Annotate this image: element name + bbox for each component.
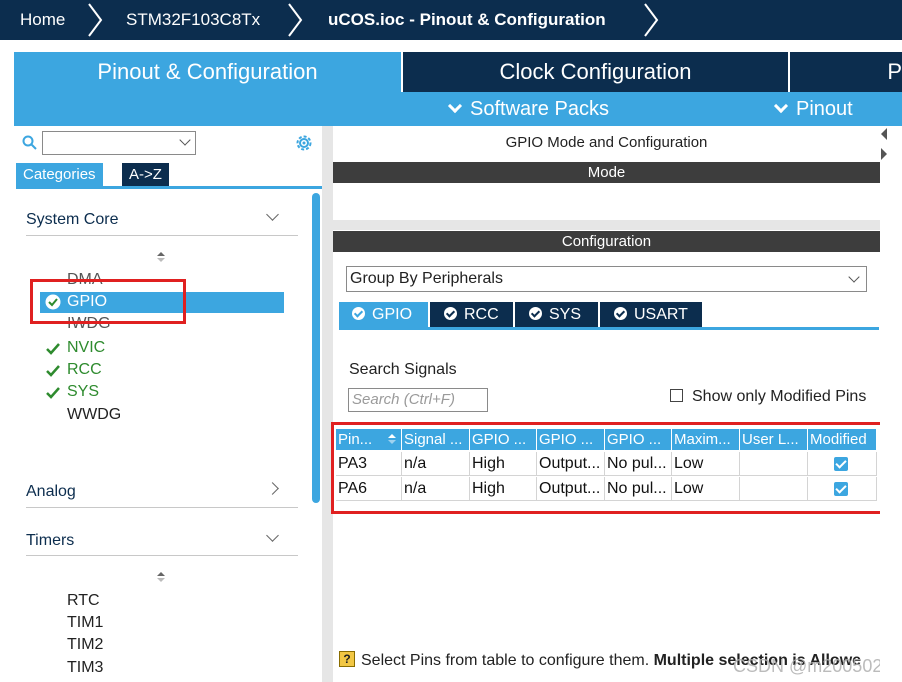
sub-tabs: Software Packs Pinout — [14, 92, 902, 126]
panel-title: GPIO Mode and Configuration — [505, 134, 708, 151]
tab-clock-configuration[interactable]: Clock Configuration — [401, 52, 788, 92]
chevron-down-icon — [773, 98, 789, 114]
sort-icon[interactable] — [157, 252, 165, 262]
group-by-select[interactable]: Group By Peripherals — [346, 266, 867, 292]
left-scrollbar-thumb[interactable] — [312, 193, 320, 503]
chevron-down-icon[interactable] — [848, 271, 860, 283]
tab-gpio[interactable]: GPIO — [339, 302, 428, 327]
chevron-down-icon — [447, 98, 463, 114]
list-item-rtc[interactable]: RTC — [67, 592, 100, 610]
right-scrollbar[interactable] — [880, 126, 902, 682]
sort-icon[interactable] — [157, 572, 165, 582]
chevron-left-icon[interactable] — [881, 128, 887, 140]
category-list — [16, 192, 310, 682]
check-icon — [46, 387, 60, 399]
highlight-box — [30, 279, 186, 324]
list-item-tim3[interactable]: TIM3 — [67, 659, 103, 677]
category-timers[interactable]: Timers — [26, 532, 74, 550]
list-item-sys[interactable]: SYS — [67, 383, 99, 401]
main-tabs: Pinout & Configuration Clock Configurati… — [14, 52, 902, 92]
left-tabs-underline — [16, 186, 322, 189]
check-circle-icon — [352, 307, 365, 320]
search-signals-input[interactable]: Search (Ctrl+F) — [348, 388, 488, 412]
watermark: CSDN @m20050212 — [733, 656, 902, 676]
list-item-tim2[interactable]: TIM2 — [67, 636, 103, 654]
peripheral-tabs-underline — [339, 327, 879, 330]
tab-sys[interactable]: SYS — [515, 302, 598, 327]
tab-usart[interactable]: USART — [600, 302, 702, 327]
breadcrumb-project[interactable]: uCOS.ioc - Pinout & Configuration — [328, 0, 606, 40]
tab-a-z[interactable]: A->Z — [122, 163, 169, 186]
category-analog[interactable]: Analog — [26, 483, 76, 501]
check-circle-icon — [529, 307, 542, 320]
breadcrumb-mcu[interactable]: STM32F103C8Tx — [126, 0, 260, 40]
check-circle-icon — [444, 307, 457, 320]
configuration-header: Configuration — [333, 231, 880, 252]
tab-categories[interactable]: Categories — [16, 163, 103, 186]
divider — [333, 220, 880, 230]
breadcrumb-separator-icon — [644, 3, 659, 37]
search-signals-label: Search Signals — [349, 361, 457, 378]
highlight-box — [331, 422, 886, 514]
check-icon — [46, 343, 60, 355]
tab-project-manager[interactable]: P — [788, 52, 902, 92]
splitter[interactable] — [322, 126, 333, 682]
list-item-nvic[interactable]: NVIC — [67, 339, 105, 357]
search-icon[interactable] — [22, 135, 37, 150]
divider — [26, 235, 298, 236]
category-system-core[interactable]: System Core — [26, 211, 118, 229]
pinout-menu[interactable]: Pinout — [773, 92, 853, 126]
gear-icon[interactable] — [294, 133, 314, 153]
list-item-tim1[interactable]: TIM1 — [67, 614, 103, 632]
breadcrumb: Home STM32F103C8Tx uCOS.ioc - Pinout & C… — [0, 0, 902, 40]
search-input[interactable] — [42, 131, 196, 155]
divider — [26, 507, 298, 508]
breadcrumb-separator-icon — [288, 3, 303, 37]
breadcrumb-home[interactable]: Home — [20, 0, 65, 40]
check-circle-icon — [614, 307, 627, 320]
chevron-down-icon[interactable] — [179, 134, 191, 146]
show-modified-label[interactable]: Show only Modified Pins — [692, 388, 866, 406]
tab-rcc[interactable]: RCC — [430, 302, 513, 327]
tab-pinout-configuration[interactable]: Pinout & Configuration — [14, 52, 401, 92]
help-icon: ? — [339, 651, 355, 667]
breadcrumb-separator-icon — [88, 3, 103, 37]
software-packs-menu[interactable]: Software Packs — [447, 92, 609, 126]
mode-area — [333, 183, 880, 220]
divider — [26, 555, 298, 556]
check-icon — [46, 365, 60, 377]
chevron-right-icon[interactable] — [881, 148, 887, 160]
show-modified-checkbox[interactable] — [670, 389, 683, 402]
list-item-rcc[interactable]: RCC — [67, 361, 102, 379]
mode-header: Mode — [333, 162, 880, 183]
list-item-wwdg[interactable]: WWDG — [67, 406, 121, 424]
